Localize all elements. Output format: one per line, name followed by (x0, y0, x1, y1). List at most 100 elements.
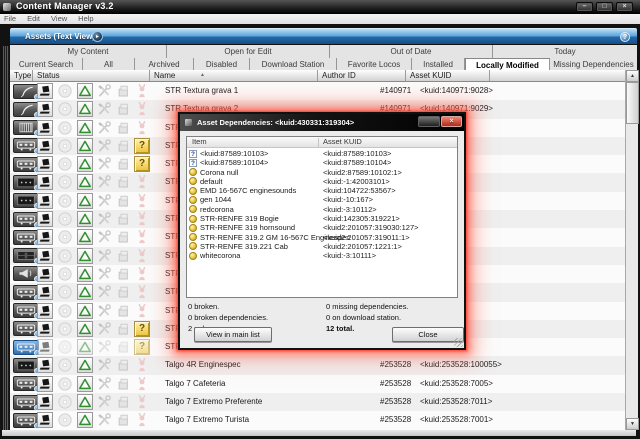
maximize-button[interactable]: □ (596, 2, 613, 12)
payware-icon (134, 303, 150, 319)
package-icon (115, 120, 131, 136)
scroll-up-button[interactable]: ▲ (626, 70, 639, 82)
unknown-asset-icon: ? (189, 159, 197, 167)
disc-icon (57, 394, 73, 410)
column-header-status[interactable]: Status (33, 70, 150, 81)
tab-my-content[interactable]: My Content (10, 45, 167, 58)
missing-deps-question-icon: ? (134, 138, 150, 154)
menu-bar: File Edit View Help (0, 14, 640, 24)
disc-icon (57, 321, 73, 337)
dependency-item[interactable]: default<kuid:-1:42003101> (187, 177, 457, 186)
package-icon (115, 83, 131, 99)
dependency-kuid: <kuid2:201057:319030:127> (323, 223, 419, 232)
tools-icon (96, 394, 112, 410)
tab-out-of-date[interactable]: Out of Date (330, 45, 493, 58)
dependency-item[interactable]: gen 1044<kuid:-10:167> (187, 195, 457, 204)
asset-type-train-icon (13, 321, 39, 336)
left-splitter-grip[interactable] (3, 46, 9, 430)
disc-icon (57, 193, 73, 209)
dependency-item[interactable]: STR-RENFE 319 hornsound<kuid2:201057:319… (187, 223, 457, 232)
dependency-item[interactable]: STR-RENFE 319.221 Cab<kuid2:201057:1221:… (187, 242, 457, 251)
installed-computer-icon (37, 357, 53, 373)
table-row[interactable]: Talgo 7 Extremo Turista#253528<kuid:2535… (10, 411, 625, 429)
menu-item-help[interactable]: Help (78, 14, 93, 24)
tools-icon (96, 412, 112, 428)
installed-computer-icon (37, 174, 53, 190)
dependency-name: STR-RENFE 319.221 Cab (200, 242, 288, 251)
asset-type-train-icon (13, 413, 39, 428)
dialog-menu-button[interactable] (418, 116, 440, 127)
tools-icon (96, 321, 112, 337)
view-in-main-list-button[interactable]: View in main list (194, 327, 272, 342)
disc-icon (57, 211, 73, 227)
close-button[interactable]: × (616, 2, 633, 12)
cell-author-id: #253528 (380, 393, 411, 411)
tab-open-for-edit[interactable]: Open for Edit (167, 45, 330, 58)
dependency-name: whitecorona (200, 251, 240, 260)
dialog-close-button[interactable]: × (441, 116, 462, 127)
assets-expand-button[interactable]: ▸ (92, 31, 103, 42)
edit-triangle-icon (77, 174, 93, 190)
package-icon (115, 138, 131, 154)
dialog-titlebar: Asset Dependencies: <kuid:430331:319304>… (180, 114, 464, 131)
tools-icon (96, 138, 112, 154)
asset-type-horn-icon (13, 266, 39, 281)
scroll-down-button[interactable]: ▼ (626, 418, 639, 430)
dependency-item[interactable]: EMD 16-567C enginesounds<kuid:104722:535… (187, 186, 457, 195)
minimize-button[interactable]: – (576, 2, 593, 12)
asset-type-train-icon (13, 340, 39, 355)
column-header-name[interactable]: Name ▲ (150, 70, 318, 81)
asset-ball-icon (189, 233, 197, 241)
tab-today[interactable]: Today (493, 45, 637, 58)
edit-triangle-icon (77, 101, 93, 117)
asset-ball-icon (189, 177, 197, 185)
asset-type-train-icon (13, 303, 39, 318)
package-icon (115, 394, 131, 410)
stat-left-0: 0 broken. (188, 302, 219, 311)
table-row[interactable]: Talgo 7 Extremo Preferente#253528<kuid:2… (10, 393, 625, 411)
vertical-scrollbar[interactable]: ▲ ▼ (625, 70, 638, 430)
asset-ball-icon (189, 224, 197, 232)
asset-type-train-icon (13, 376, 39, 391)
asset-ball-icon (189, 242, 197, 250)
dep-column-kuid[interactable]: Asset KUID (323, 137, 362, 147)
table-row[interactable]: Talgo 4R Enginespec#253528<kuid:253528:1… (10, 356, 625, 374)
column-header-kuid[interactable]: Asset KUID (406, 70, 490, 81)
window-titlebar: Content Manager v3.2 – □ × (0, 0, 640, 14)
menu-item-file[interactable]: File (4, 14, 16, 24)
cell-asset-kuid: <kuid:253528:7011> (420, 393, 492, 411)
dependency-item[interactable]: whitecorona <kuid:-3:10111> (187, 251, 457, 260)
table-row[interactable]: STR Textura grava 1#140971<kuid:140971:9… (10, 82, 625, 100)
scroll-thumb[interactable] (626, 82, 639, 124)
cell-author-id: #253528 (380, 411, 411, 429)
disc-icon (57, 156, 73, 172)
dependency-item[interactable]: STR-RENFE 319.2 GM 16-567C Enginespec<ku… (187, 233, 457, 242)
column-header-type[interactable]: Type (10, 70, 33, 81)
dependency-item[interactable]: ?<kuid:87589:10103><kuid:87589:10103> (187, 149, 457, 158)
package-icon (115, 357, 131, 373)
dependency-item[interactable]: redcorona<kuid:-3:10112> (187, 205, 457, 214)
dependency-name: gen 1044 (200, 195, 231, 204)
disc-icon (57, 412, 73, 428)
package-icon (115, 193, 131, 209)
app-icon (3, 3, 11, 11)
assets-header-bar: Assets (Text View) ▸ ? (10, 28, 637, 44)
column-header-author[interactable]: Author ID (318, 70, 406, 81)
edit-triangle-icon (77, 376, 93, 392)
dep-column-item[interactable]: Item (192, 137, 207, 147)
asset-type-train-icon (13, 285, 39, 300)
dependency-item[interactable]: STR-RENFE 319 Bogie<kuid:142305:319221> (187, 214, 457, 223)
dependency-item[interactable]: ?<kuid:87589:10104><kuid:87589:10104> (187, 158, 457, 167)
table-row[interactable]: Talgo 7 Cafeteria#253528<kuid:253528:700… (10, 375, 625, 393)
asset-type-cab-icon (13, 358, 39, 373)
disc-icon (57, 376, 73, 392)
menu-item-edit[interactable]: Edit (27, 14, 40, 24)
dialog-resize-grip[interactable] (454, 338, 463, 347)
dependency-item[interactable]: Corona null<kuid2:87589:10102:1> (187, 168, 457, 177)
dependency-kuid: <kuid:-3:10111> (323, 251, 376, 260)
menu-item-view[interactable]: View (51, 14, 67, 24)
assets-help-button[interactable]: ? (620, 32, 630, 42)
edit-triangle-icon (77, 229, 93, 245)
dependency-kuid: <kuid2:87589:10102:1> (323, 168, 402, 177)
disc-icon (57, 229, 73, 245)
